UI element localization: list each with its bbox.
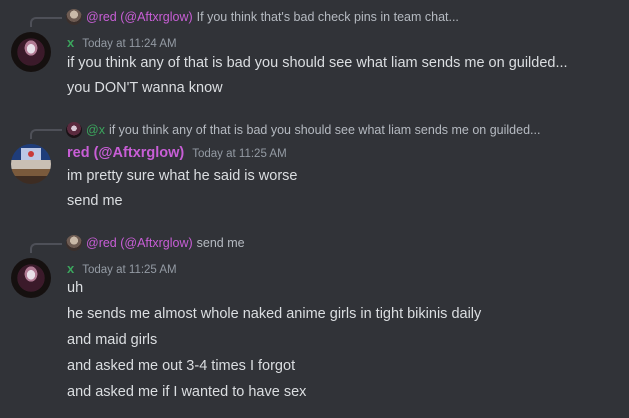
message-text: if you think any of that is bad you shou… (67, 55, 568, 71)
username[interactable]: x (67, 261, 74, 276)
reply-avatar-icon (66, 235, 82, 251)
timestamp: Today at 11:25 AM (192, 148, 287, 160)
reply-spine (30, 243, 62, 253)
message-text: and asked me if I wanted to have sex (67, 384, 307, 400)
timestamp: Today at 11:24 AM (82, 38, 177, 50)
message-header: x Today at 11:24 AM (67, 35, 177, 50)
reply-preview[interactable]: @x if you think any of that is bad you s… (66, 121, 621, 139)
avatar[interactable] (11, 32, 51, 72)
message-text: im pretty sure what he said is worse (67, 168, 298, 184)
reply-username[interactable]: @red (@Aftxrglow) (86, 10, 193, 24)
avatar[interactable] (11, 258, 51, 298)
message-text: uh (67, 280, 84, 296)
message-text: send me (67, 193, 123, 209)
reply-text: If you think that's bad check pins in te… (196, 10, 459, 24)
message-text: and asked me out 3-4 times I forgot (67, 358, 296, 374)
message-text: you DON'T wanna know (67, 80, 223, 96)
message-header: x Today at 11:25 AM (67, 261, 177, 276)
avatar-flag-icon (21, 148, 41, 160)
username[interactable]: x (67, 35, 74, 50)
timestamp: Today at 11:25 AM (82, 264, 177, 276)
reply-spine (30, 129, 62, 139)
username[interactable]: red (@Aftxrglow) (67, 145, 184, 161)
reply-spine (30, 17, 62, 27)
reply-text: send me (196, 236, 245, 250)
message-text: and maid girls (67, 332, 158, 348)
reply-username[interactable]: @x (86, 123, 105, 137)
avatar[interactable] (11, 144, 51, 184)
reply-text: if you think any of that is bad you shou… (108, 123, 541, 137)
reply-preview[interactable]: @red (@Aftxrglow) If you think that's ba… (66, 8, 621, 26)
reply-username[interactable]: @red (@Aftxrglow) (86, 236, 193, 250)
reply-avatar-icon (66, 122, 82, 138)
message-header: red (@Aftxrglow) Today at 11:25 AM (67, 145, 287, 161)
reply-avatar-icon (66, 9, 82, 25)
reply-preview[interactable]: @red (@Aftxrglow) send me (66, 234, 621, 252)
message-text: he sends me almost whole naked anime gir… (67, 306, 482, 322)
